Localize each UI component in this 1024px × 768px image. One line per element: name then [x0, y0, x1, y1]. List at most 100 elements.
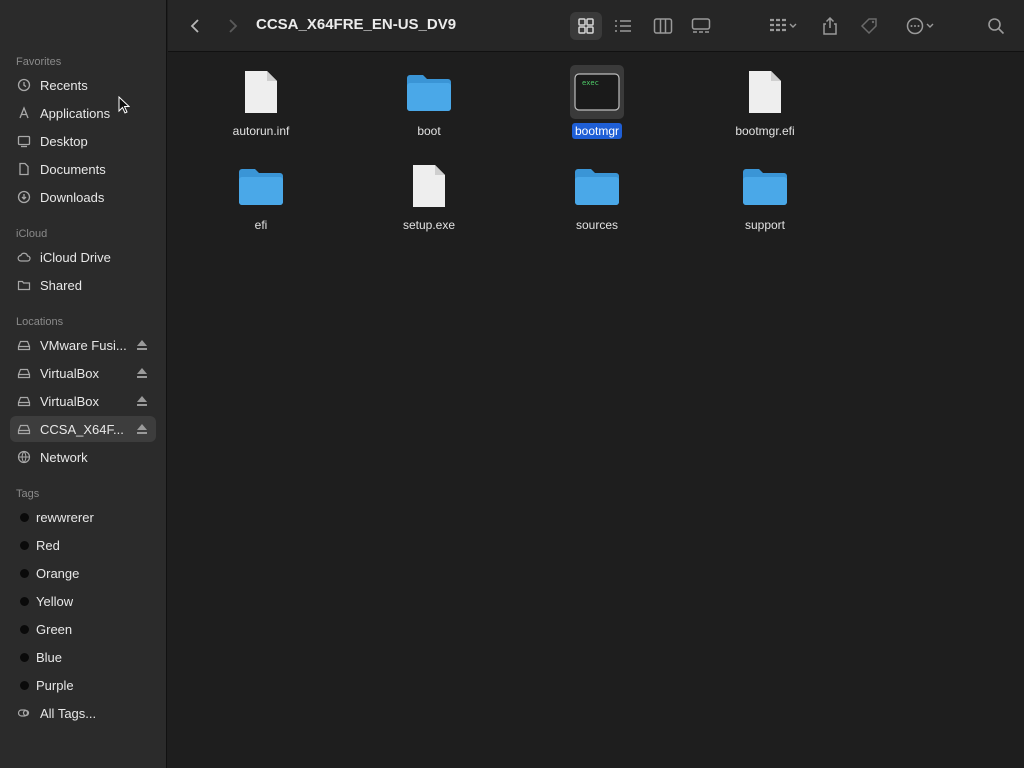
- group-by-button[interactable]: [762, 12, 804, 40]
- sidebar-item-documents[interactable]: Documents: [10, 156, 156, 182]
- sidebar-item-label: VirtualBox: [40, 365, 100, 381]
- chevron-down-icon: [926, 23, 934, 28]
- download-icon: [16, 189, 32, 205]
- file-item-efi[interactable]: efi: [206, 159, 316, 233]
- list-view-button[interactable]: [608, 12, 638, 40]
- sidebar-all-tags[interactable]: All Tags...: [10, 700, 156, 726]
- document-icon: [16, 161, 32, 177]
- file-name: sources: [575, 218, 619, 232]
- sidebar-item-label: Recents: [40, 77, 88, 93]
- icon-view-button[interactable]: [570, 12, 602, 40]
- window-title: CCSA_X64FRE_EN-US_DV9: [256, 16, 457, 33]
- chevron-down-icon: [789, 23, 797, 28]
- forward-button[interactable]: [220, 12, 244, 40]
- mouse-cursor-icon: [118, 96, 130, 114]
- file-name: bootmgr: [571, 123, 623, 139]
- eject-icon[interactable]: [136, 394, 148, 408]
- sidebar-item-icloud-drive[interactable]: iCloud Drive: [10, 244, 156, 270]
- desktop-icon: [16, 133, 32, 149]
- file-item-setup-exe[interactable]: setup.exe: [374, 159, 484, 233]
- sidebar-item-downloads[interactable]: Downloads: [10, 184, 156, 210]
- eject-icon[interactable]: [136, 338, 148, 352]
- sidebar-item-label: Network: [40, 449, 88, 465]
- sidebar-item-label: VirtualBox: [40, 393, 100, 409]
- sidebar-tag-blue[interactable]: Blue: [10, 644, 156, 670]
- sidebar-item-virtualbox-2[interactable]: VirtualBox: [10, 388, 156, 414]
- file-name: support: [744, 218, 786, 232]
- sidebar-item-label: Shared: [40, 277, 82, 293]
- sidebar-item-label: Green: [36, 621, 73, 637]
- file-item-autorun-inf[interactable]: autorun.inf: [206, 65, 316, 139]
- sidebar-tag-red[interactable]: Red: [10, 532, 156, 558]
- sidebar-item-recents[interactable]: Recents: [10, 72, 156, 98]
- shared-folder-icon: [16, 277, 32, 293]
- sidebar-item-applications[interactable]: Applications: [10, 100, 156, 126]
- sidebar-tag-rewwrerer[interactable]: rewwrerer: [10, 504, 156, 530]
- sidebar-item-ccsa[interactable]: CCSA_X64F...: [10, 416, 156, 442]
- file-name: setup.exe: [402, 218, 456, 232]
- sidebar-item-shared[interactable]: Shared: [10, 272, 156, 298]
- sidebar-item-label: Desktop: [40, 133, 88, 149]
- sidebar-item-label: rewwrerer: [36, 509, 94, 525]
- group-grid-icon: [770, 18, 786, 32]
- share-icon: [823, 17, 837, 35]
- grid-view-icon: [578, 18, 594, 34]
- sidebar-tag-yellow[interactable]: Yellow: [10, 588, 156, 614]
- disk-icon: [16, 421, 32, 437]
- file-item-bootmgr-efi[interactable]: bootmgr.efi: [710, 65, 820, 139]
- sidebar: Favorites Recents Applications Desktop D…: [0, 0, 167, 768]
- file-name: efi: [254, 218, 268, 232]
- sidebar-item-label: Red: [36, 537, 60, 553]
- document-icon: [738, 65, 792, 119]
- file-name: bootmgr.efi: [735, 124, 795, 138]
- back-button[interactable]: [184, 12, 208, 40]
- tag-button[interactable]: [858, 12, 882, 40]
- file-item-boot[interactable]: boot: [374, 65, 484, 139]
- list-view-icon: [615, 20, 631, 32]
- sidebar-item-label: Yellow: [36, 593, 74, 609]
- share-button[interactable]: [818, 12, 842, 40]
- eject-icon[interactable]: [136, 422, 148, 436]
- folder-icon: [402, 65, 456, 119]
- terminal-exec-icon: exec: [570, 65, 624, 119]
- sidebar-item-label: iCloud Drive: [40, 249, 111, 265]
- file-name: autorun.inf: [232, 124, 290, 138]
- gallery-view-icon: [691, 18, 711, 33]
- file-item-support[interactable]: support: [710, 159, 820, 233]
- toolbar: CCSA_X64FRE_EN-US_DV9: [168, 0, 1024, 52]
- sidebar-item-desktop[interactable]: Desktop: [10, 128, 156, 154]
- column-view-button[interactable]: [648, 12, 678, 40]
- sidebar-item-label: Documents: [40, 161, 106, 177]
- tag-dot-icon: [20, 568, 29, 578]
- document-icon: [234, 65, 288, 119]
- disk-icon: [16, 393, 32, 409]
- sidebar-item-network[interactable]: Network: [10, 444, 156, 470]
- column-view-icon: [653, 18, 673, 34]
- file-browser: autorun.inf boot exec bootmgr bootmgr.ef…: [168, 53, 1024, 768]
- tag-dot-icon: [20, 680, 29, 690]
- more-actions-button[interactable]: [900, 12, 940, 40]
- disk-icon: [16, 337, 32, 353]
- sidebar-tag-green[interactable]: Green: [10, 616, 156, 642]
- tag-dot-icon: [20, 512, 29, 522]
- chevron-right-icon: [229, 19, 238, 33]
- sidebar-tag-purple[interactable]: Purple: [10, 672, 156, 698]
- search-button[interactable]: [984, 12, 1008, 40]
- file-item-sources[interactable]: sources: [542, 159, 652, 233]
- file-item-bootmgr[interactable]: exec bootmgr: [542, 65, 652, 139]
- clock-icon: [16, 77, 32, 93]
- eject-icon[interactable]: [136, 366, 148, 380]
- applications-icon: [16, 105, 32, 121]
- folder-icon: [570, 159, 624, 213]
- gallery-view-button[interactable]: [686, 12, 716, 40]
- sidebar-tag-orange[interactable]: Orange: [10, 560, 156, 586]
- folder-icon: [738, 159, 792, 213]
- ellipsis-circle-icon: [906, 17, 924, 35]
- sidebar-item-virtualbox-1[interactable]: VirtualBox: [10, 360, 156, 386]
- locations-heading: Locations: [16, 316, 64, 328]
- sidebar-item-label: Downloads: [40, 189, 105, 205]
- sidebar-item-vmware[interactable]: VMware Fusi...: [10, 332, 156, 358]
- sidebar-item-label: CCSA_X64F...: [40, 421, 124, 437]
- document-icon: [402, 159, 456, 213]
- search-icon: [988, 18, 1005, 35]
